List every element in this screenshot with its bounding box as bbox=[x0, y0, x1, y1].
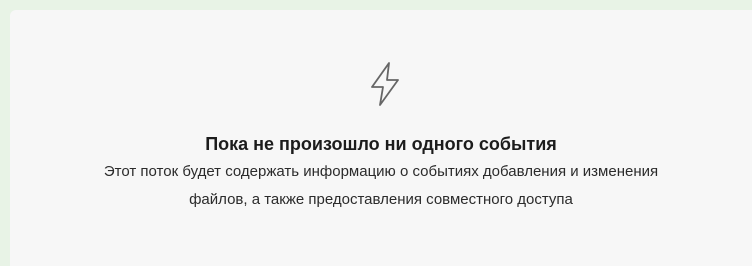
empty-state-description-line-1: Этот поток будет содержать информацию о … bbox=[103, 163, 659, 180]
activity-panel: Пока не произошло ни одного события Этот… bbox=[10, 10, 752, 266]
empty-state-description-line-2: файлов, а также предоставления совместно… bbox=[189, 191, 573, 208]
empty-state-title: Пока не произошло ни одного события bbox=[205, 134, 557, 154]
lightning-bolt-icon bbox=[365, 60, 405, 108]
empty-state: Пока не произошло ни одного события Этот… bbox=[10, 10, 752, 266]
